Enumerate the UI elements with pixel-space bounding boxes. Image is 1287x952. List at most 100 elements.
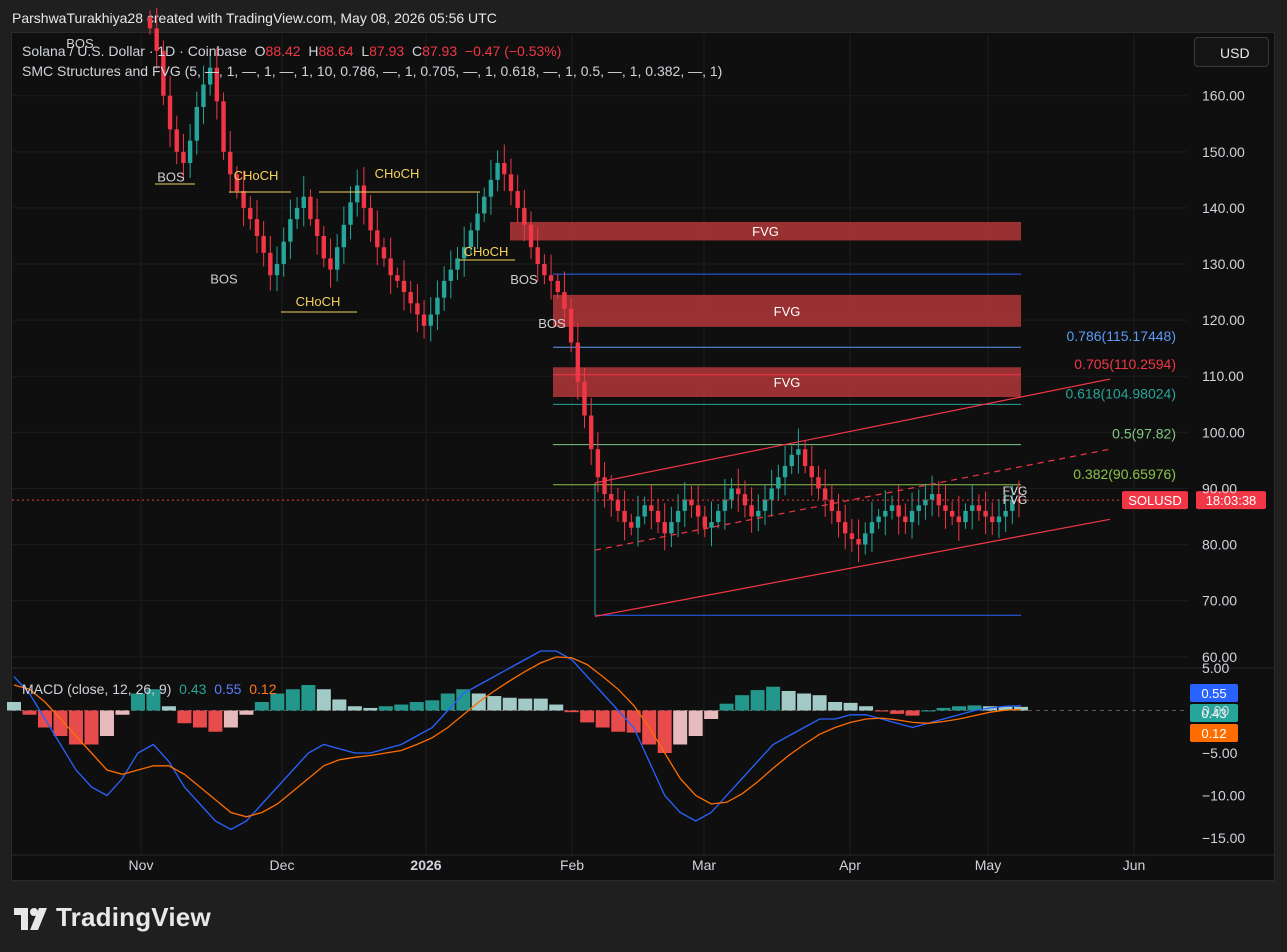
- macd-histogram-bar: [673, 710, 688, 745]
- candle-body: [722, 499, 728, 511]
- candle-body: [321, 235, 326, 259]
- macd-histogram-bar: [363, 707, 378, 711]
- structure-label: CHoCH: [464, 244, 509, 259]
- low-value: 87.93: [369, 43, 405, 59]
- candle-body: [508, 174, 514, 192]
- candle-body: [802, 449, 808, 467]
- time-tick-label: Feb: [560, 857, 584, 873]
- candle-body: [348, 202, 353, 225]
- candle-body: [328, 258, 333, 270]
- macd-hist-value: 0.43: [179, 681, 207, 697]
- macd-tick-label: −15.00: [1202, 830, 1245, 846]
- symbol-tag-label: SOLUSD: [1128, 493, 1181, 508]
- macd-histogram-bar: [781, 690, 796, 711]
- candle-body: [976, 505, 982, 511]
- macd-histogram-bar: [719, 703, 734, 711]
- macd-histogram-bar: [285, 689, 300, 711]
- candle-body: [254, 219, 260, 236]
- chart-canvas[interactable]: FVG FVG FVG 0.786(115.17448) 0.705(110.2594)…: [0, 0, 1287, 952]
- candle-body: [341, 224, 347, 248]
- structure-label: BOS: [157, 170, 185, 185]
- price-tick-label: 150.00: [1202, 144, 1245, 160]
- candle-body: [582, 381, 587, 416]
- candle-body: [762, 499, 768, 511]
- candle-body: [896, 505, 901, 517]
- macd-histogram-bar: [750, 690, 765, 711]
- candle-body: [756, 510, 761, 517]
- candle-body: [187, 140, 193, 164]
- candle-body: [996, 516, 1002, 523]
- macd-histogram-bar: [115, 710, 130, 715]
- candle-body: [655, 510, 661, 523]
- candle-body: [615, 499, 621, 511]
- candle-body: [522, 207, 527, 225]
- macd-tick-label: −10.00: [1202, 788, 1245, 804]
- candle-body: [288, 219, 293, 242]
- macd-tick-label: 0.00: [1202, 703, 1229, 719]
- candle-body: [375, 230, 380, 248]
- candle-body: [401, 280, 407, 293]
- macd-histogram-bar: [595, 710, 610, 728]
- candle-body: [943, 505, 948, 511]
- macd-line: [13, 650, 1022, 831]
- candle-body: [294, 207, 300, 220]
- symbol-legend[interactable]: Solana / U.S. Dollar · 1D · Coinbase O88…: [22, 43, 561, 59]
- time-tick-label: Mar: [692, 857, 716, 873]
- candle-body: [395, 275, 400, 281]
- candle-body: [381, 247, 387, 259]
- candle-body: [956, 516, 962, 523]
- candle-body: [334, 247, 340, 270]
- time-tick-label: Dec: [270, 857, 295, 873]
- macd-histogram-bar: [657, 710, 672, 753]
- macd-signal-tag-label: 0.12: [1201, 726, 1226, 741]
- macd-histogram-bar: [843, 702, 858, 711]
- candle-body: [548, 275, 554, 281]
- candle-body: [829, 499, 835, 511]
- structure-label: CHoCH: [296, 294, 341, 309]
- price-tick-label: 70.00: [1202, 593, 1237, 609]
- candle-body: [836, 510, 841, 523]
- candle-body: [782, 466, 788, 478]
- macd-histogram-bar: [921, 710, 936, 712]
- close-value: 87.93: [422, 43, 458, 59]
- macd-histogram-bar: [7, 702, 21, 711]
- macd-histogram-bar: [549, 704, 564, 711]
- candle-body: [916, 505, 921, 511]
- candle-body: [435, 297, 440, 315]
- indicator-legend[interactable]: SMC Structures and FVG (5, —, 1, —, 1, —…: [22, 63, 722, 79]
- candle-body: [248, 207, 253, 220]
- open-label: O: [254, 43, 266, 59]
- fvg-label: FVG: [774, 304, 801, 319]
- candle-body: [929, 494, 935, 500]
- candle-body: [736, 488, 741, 495]
- candle-body: [863, 533, 868, 545]
- candle-body: [368, 207, 373, 231]
- macd-histogram-bar: [192, 710, 207, 728]
- price-tick-label: 120.00: [1202, 312, 1245, 328]
- candle-body: [909, 510, 915, 523]
- macd-histogram-bar: [425, 700, 440, 711]
- macd-histogram-bar: [316, 689, 331, 711]
- candle-body: [428, 314, 433, 326]
- macd-histogram-bar: [99, 710, 114, 736]
- macd-macd-tag-label: 0.55: [1201, 686, 1226, 701]
- candle-body: [221, 101, 226, 152]
- candle-body: [869, 522, 875, 534]
- macd-title: MACD (close, 12, 26, 9): [22, 681, 172, 697]
- macd-histogram-bar: [735, 695, 750, 711]
- structure-label: CHoCH: [234, 168, 279, 183]
- macd-legend[interactable]: MACD (close, 12, 26, 9) 0.43 0.55 0.12: [22, 681, 276, 697]
- macd-histogram-bar: [440, 693, 455, 711]
- candle-body: [542, 264, 547, 276]
- macd-histogram-bar: [812, 695, 827, 711]
- currency-button[interactable]: USD: [1194, 37, 1269, 67]
- price-tick-label: 140.00: [1202, 200, 1245, 216]
- candle-body: [903, 516, 908, 523]
- candle-body: [796, 449, 801, 455]
- candle-body: [609, 494, 614, 500]
- candle-body: [695, 505, 701, 517]
- time-tick-label: Nov: [129, 857, 154, 873]
- macd-histogram-bar: [828, 702, 843, 711]
- tradingview-logo: TradingView: [14, 902, 211, 933]
- candle-body: [849, 533, 855, 539]
